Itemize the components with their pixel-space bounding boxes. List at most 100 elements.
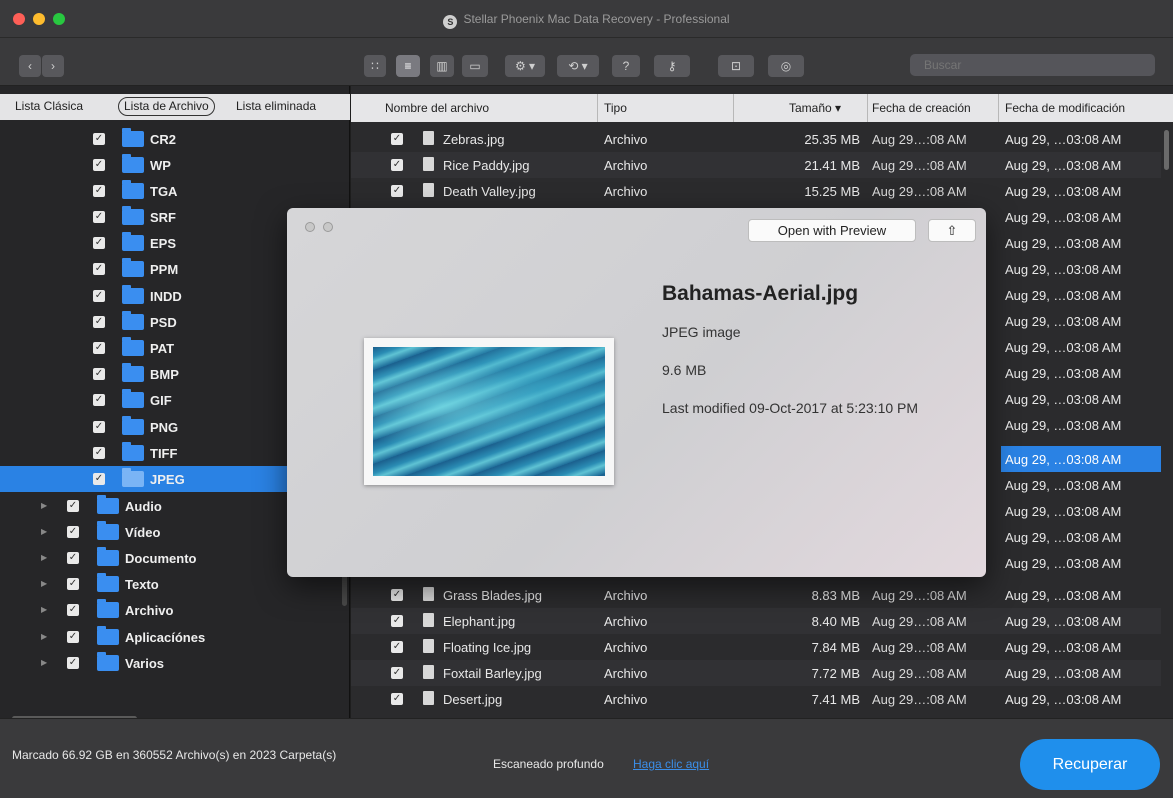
file-list-header: Nombre del archivo Tipo Tamaño ▾ Fecha d… — [351, 94, 1173, 122]
checkbox[interactable]: ✓ — [93, 290, 105, 302]
tree-category-varios[interactable]: ▶ ✓ Varios — [0, 650, 342, 676]
file-row[interactable]: ✓ Foxtail Barley.jpg Archivo 7.72 MB Aug… — [351, 660, 1161, 686]
folder-icon — [122, 154, 144, 173]
tree-item-cr2[interactable]: ✓ CR2 — [0, 126, 342, 152]
checkbox[interactable]: ✓ — [93, 421, 105, 433]
checkbox[interactable]: ✓ — [93, 263, 105, 275]
checkbox[interactable]: ✓ — [67, 631, 79, 643]
column-divider[interactable] — [998, 94, 999, 122]
quick-look-fullscreen-button[interactable] — [323, 222, 333, 232]
checkbox[interactable]: ✓ — [93, 316, 105, 328]
coverflow-view-button[interactable]: ▭ — [462, 55, 488, 77]
column-divider[interactable] — [733, 94, 734, 122]
icon-view-button[interactable]: ∷ — [364, 55, 386, 77]
checkbox[interactable]: ✓ — [93, 211, 105, 223]
checkbox[interactable]: ✓ — [93, 342, 105, 354]
file-type: Archivo — [604, 640, 648, 655]
quick-look-close-button[interactable] — [305, 222, 315, 232]
list-view-button[interactable]: ≡ — [396, 55, 420, 77]
help-button[interactable]: ? — [612, 55, 640, 77]
column-header-type[interactable]: Tipo — [604, 101, 627, 115]
open-with-preview-button[interactable]: Open with Preview — [748, 219, 916, 242]
status-bar: Marcado 66.92 GB en 360552 Archivo(s) en… — [0, 718, 1173, 798]
checkbox[interactable]: ✓ — [93, 185, 105, 197]
deep-scan-link[interactable]: Haga clic aquí — [633, 757, 709, 771]
checkbox[interactable]: ✓ — [67, 552, 79, 564]
disclosure-triangle-icon[interactable]: ▶ — [41, 553, 47, 562]
account-icon: ◎ — [780, 59, 792, 73]
tree-item-label: Audio — [125, 499, 162, 514]
search-input[interactable] — [910, 54, 1155, 76]
file-row[interactable]: ✓ Zebras.jpg Archivo 25.35 MB Aug 29…:08… — [351, 126, 1161, 152]
disclosure-triangle-icon[interactable]: ▶ — [41, 632, 47, 641]
column-divider[interactable] — [597, 94, 598, 122]
tree-item-wp[interactable]: ✓ WP — [0, 152, 342, 178]
checkbox[interactable]: ✓ — [391, 693, 403, 705]
tree-item-label: TIFF — [150, 446, 178, 461]
settings-button[interactable]: ⚙ ▾ — [505, 55, 545, 77]
tab-lista-de-archivo[interactable]: Lista de Archivo — [118, 97, 215, 116]
checkbox[interactable]: ✓ — [93, 394, 105, 406]
file-row[interactable]: ✓ Rice Paddy.jpg Archivo 21.41 MB Aug 29… — [351, 152, 1161, 178]
checkbox[interactable]: ✓ — [391, 615, 403, 627]
share-button[interactable]: ⇧ — [928, 219, 976, 242]
checkbox[interactable]: ✓ — [93, 133, 105, 145]
checkbox[interactable]: ✓ — [67, 578, 79, 590]
file-size: 8.83 MB — [811, 588, 860, 603]
file-row[interactable]: ✓ Desert.jpg Archivo 7.41 MB Aug 29…:08 … — [351, 686, 1161, 712]
history-button[interactable]: ⟲ ▾ — [557, 55, 599, 77]
checkbox[interactable]: ✓ — [93, 159, 105, 171]
file-name: Desert.jpg — [443, 692, 503, 707]
checkbox[interactable]: ✓ — [391, 641, 403, 653]
activate-button[interactable]: ⚷ — [654, 55, 690, 77]
disclosure-triangle-icon[interactable]: ▶ — [41, 658, 47, 667]
bahamas-aerial-thumbnail — [373, 347, 605, 476]
forward-button[interactable]: › — [42, 55, 64, 77]
column-header-created[interactable]: Fecha de creación — [872, 101, 971, 115]
disclosure-triangle-icon[interactable]: ▶ — [41, 527, 47, 536]
back-button[interactable]: ‹ — [19, 55, 41, 77]
tab-lista-clasica[interactable]: Lista Clásica — [15, 99, 83, 113]
buy-button[interactable]: ⊡ — [718, 55, 754, 77]
column-divider[interactable] — [867, 94, 868, 122]
tree-item-label: PPM — [150, 262, 179, 277]
checkbox[interactable]: ✓ — [93, 473, 105, 485]
checkbox[interactable]: ✓ — [391, 133, 403, 145]
tree-item-tga[interactable]: ✓ TGA — [0, 178, 342, 204]
checkbox[interactable]: ✓ — [67, 526, 79, 538]
tree-category-archivo[interactable]: ▶ ✓ Archivo — [0, 597, 342, 623]
tree-item-label: Documento — [125, 551, 197, 566]
column-view-button[interactable]: ▥ — [430, 55, 454, 77]
checkbox[interactable]: ✓ — [67, 500, 79, 512]
file-modified: Aug 29, …03:08 AM — [1005, 418, 1122, 433]
checkbox[interactable]: ✓ — [67, 657, 79, 669]
recover-button[interactable]: Recuperar — [1020, 739, 1160, 790]
checkbox[interactable]: ✓ — [391, 589, 403, 601]
file-row[interactable]: ✓ Grass Blades.jpg Archivo 8.83 MB Aug 2… — [351, 582, 1161, 608]
tab-lista-eliminada[interactable]: Lista eliminada — [236, 99, 316, 113]
disclosure-triangle-icon[interactable]: ▶ — [41, 501, 47, 510]
checkbox[interactable]: ✓ — [67, 604, 79, 616]
file-list-vertical-scrollbar[interactable] — [1164, 130, 1169, 170]
file-row[interactable]: ✓ Elephant.jpg Archivo 8.40 MB Aug 29…:0… — [351, 608, 1161, 634]
disclosure-triangle-icon[interactable]: ▶ — [41, 605, 47, 614]
checkbox[interactable]: ✓ — [93, 237, 105, 249]
column-header-name[interactable]: Nombre del archivo — [385, 101, 489, 115]
file-row[interactable]: ✓ Floating Ice.jpg Archivo 7.84 MB Aug 2… — [351, 634, 1161, 660]
disclosure-triangle-icon[interactable]: ▶ — [41, 579, 47, 588]
folder-icon — [122, 128, 144, 147]
checkbox[interactable]: ✓ — [391, 185, 403, 197]
file-row[interactable]: ✓ Death Valley.jpg Archivo 15.25 MB Aug … — [351, 178, 1161, 204]
checkbox[interactable]: ✓ — [391, 667, 403, 679]
account-button[interactable]: ◎ — [768, 55, 804, 77]
file-modified: Aug 29, …03:08 AM — [1005, 588, 1122, 603]
tree-category-aplicaciones[interactable]: ▶ ✓ Aplicacíónes — [0, 624, 342, 650]
checkbox[interactable]: ✓ — [93, 447, 105, 459]
checkbox[interactable]: ✓ — [391, 159, 403, 171]
file-modified: Aug 29, …03:08 AM — [1005, 314, 1122, 329]
column-header-size[interactable]: Tamaño ▾ — [789, 101, 841, 115]
checkbox[interactable]: ✓ — [93, 368, 105, 380]
column-header-modified[interactable]: Fecha de modificación — [1005, 101, 1125, 115]
document-icon — [423, 131, 434, 145]
file-size: 15.25 MB — [804, 184, 860, 199]
